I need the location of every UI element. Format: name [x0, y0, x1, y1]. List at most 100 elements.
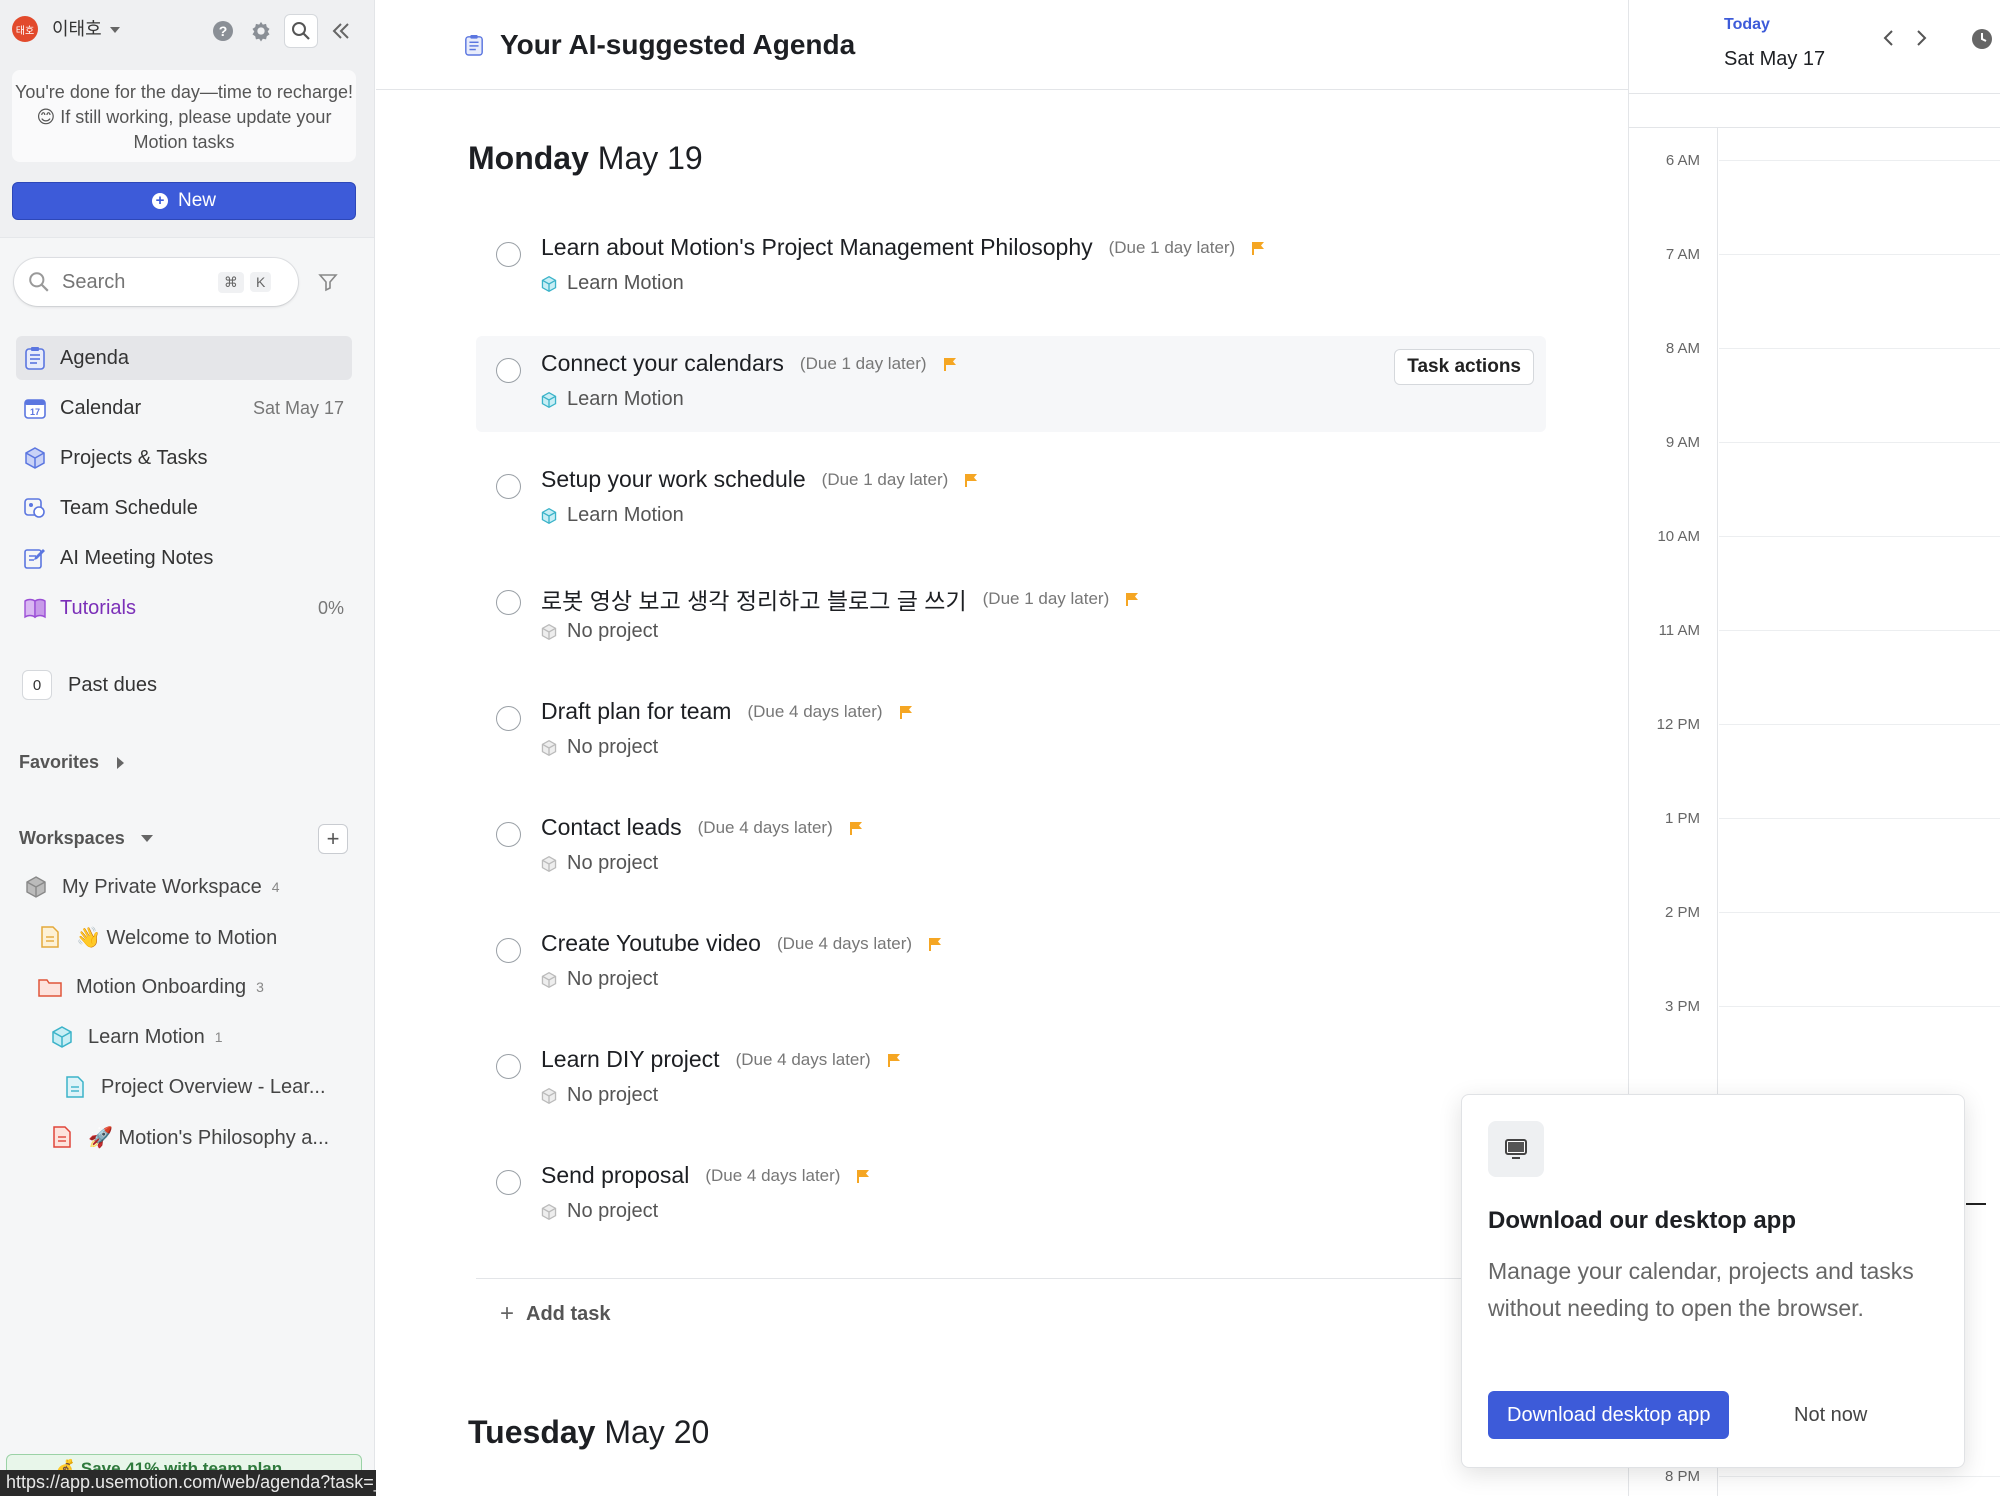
- task-row[interactable]: Send proposal (Due 4 days later) No projec…: [476, 1148, 1546, 1244]
- shortcut-cmd: ⌘: [218, 271, 244, 293]
- task-complete-checkbox[interactable]: [496, 706, 521, 731]
- popup-title: Download our desktop app: [1488, 1207, 1797, 1234]
- hour-line: [1719, 912, 2000, 913]
- task-row[interactable]: Connect your calendars (Due 1 day later) L…: [476, 336, 1546, 432]
- task-due: (Due 4 days later): [705, 1165, 841, 1185]
- calendar-header: Today Sat May 17: [1629, 0, 2000, 94]
- help-button[interactable]: ?: [208, 16, 238, 46]
- tree-item-learn-motion[interactable]: Learn Motion 1: [0, 1012, 375, 1062]
- search-button[interactable]: [284, 14, 318, 48]
- chevron-down-icon: [109, 27, 120, 33]
- task-row[interactable]: Contact leads (Due 4 days later) No projec…: [476, 800, 1546, 896]
- task-name: Learn about Motion's Project Management …: [541, 234, 1093, 260]
- search-input[interactable]: [62, 270, 212, 294]
- task-due: (Due 1 day later): [982, 589, 1110, 608]
- task-row[interactable]: Learn about Motion's Project Management …: [476, 220, 1546, 316]
- add-workspace-button[interactable]: +: [318, 824, 348, 854]
- tree-item-motion-philosophy[interactable]: 🚀 Motion's Philosophy a...: [0, 1112, 375, 1162]
- task-row[interactable]: Setup your work schedule (Due 1 day later…: [476, 452, 1546, 548]
- divider: [476, 1278, 1546, 1279]
- settings-button[interactable]: [246, 16, 276, 46]
- task-row[interactable]: 로봇 영상 보고 생각 정리하고 블로그 글 쓰기 (Due 1 day late…: [476, 568, 1546, 664]
- page-title: Your AI-suggested Agenda: [500, 28, 856, 60]
- not-now-button[interactable]: Not now: [1782, 1391, 1879, 1439]
- project-icon: [541, 507, 557, 524]
- task-due: (Due 1 day later): [799, 353, 927, 373]
- avatar[interactable]: 태호: [12, 16, 38, 42]
- doc-icon: [66, 1076, 84, 1098]
- hour-label: 7 AM: [1665, 246, 1700, 263]
- prev-day-icon[interactable]: [1881, 28, 1897, 48]
- hour-line: [1719, 1476, 2000, 1477]
- task-due: (Due 4 days later): [697, 817, 833, 837]
- clock-icon[interactable]: [1971, 28, 1993, 50]
- sidebar-item-team-schedule[interactable]: Team Schedule: [16, 486, 352, 530]
- task-name: Draft plan for team: [541, 698, 732, 724]
- task-project: No project: [567, 620, 659, 642]
- task-due: (Due 1 day later): [821, 469, 949, 489]
- doc-icon: [53, 1126, 71, 1148]
- tree-item-project-overview[interactable]: Project Overview - Lear...: [0, 1062, 375, 1112]
- task-project: No project: [567, 736, 659, 758]
- calendar-icon: 17: [24, 399, 46, 419]
- task-complete-checkbox[interactable]: [496, 358, 521, 383]
- hour-line: [1719, 442, 2000, 443]
- collapse-sidebar-button[interactable]: [326, 16, 356, 46]
- task-due: (Due 4 days later): [776, 933, 913, 953]
- task-row[interactable]: Learn DIY project (Due 4 days later) No pr…: [476, 1032, 1546, 1128]
- next-day-icon[interactable]: [1913, 28, 1929, 48]
- search-box[interactable]: ⌘ K: [14, 258, 298, 306]
- day-date: May 20: [604, 1414, 710, 1450]
- task-complete-checkbox[interactable]: [496, 242, 521, 267]
- task-complete-checkbox[interactable]: [496, 938, 521, 963]
- task-complete-checkbox[interactable]: [496, 590, 521, 615]
- tree-item-welcome[interactable]: 👋 Welcome to Motion: [0, 912, 375, 962]
- sidebar-item-projects-tasks[interactable]: Projects & Tasks: [16, 436, 352, 480]
- sidebar-item-tutorials[interactable]: Tutorials 0%: [16, 586, 352, 630]
- task-row[interactable]: Draft plan for team (Due 4 days later) No …: [476, 684, 1546, 780]
- sidebar-item-agenda[interactable]: Agenda: [16, 336, 352, 380]
- tree-item-my-private-workspace[interactable]: My Private Workspace 4: [0, 862, 375, 912]
- add-task-button[interactable]: + Add task: [500, 1300, 610, 1328]
- sidebar-item-ai-meeting-notes[interactable]: AI Meeting Notes: [16, 536, 352, 580]
- task-complete-checkbox[interactable]: [496, 474, 521, 499]
- hour-row: 11 AM: [1629, 622, 2000, 639]
- flag-icon: [1126, 593, 1139, 606]
- hour-row: 8 AM: [1629, 340, 2000, 357]
- flag-icon: [929, 937, 942, 951]
- favorites-header[interactable]: Favorites: [19, 752, 125, 773]
- sidebar-item-label: Tutorials: [60, 596, 136, 619]
- hour-label: 10 AM: [1657, 528, 1700, 545]
- workspace-tree: My Private Workspace 4 👋 Welcome to Motio…: [0, 862, 375, 1162]
- popup-icon-box: [1488, 1121, 1544, 1177]
- past-dues[interactable]: 0 Past dues: [22, 670, 157, 700]
- task-complete-checkbox[interactable]: [496, 1170, 521, 1195]
- user-menu[interactable]: 이태호: [52, 15, 120, 41]
- sidebar: 태호 이태호 ? You're done for the day—time to…: [0, 0, 375, 1496]
- help-icon: ?: [213, 21, 233, 41]
- sidebar-header: 태호 이태호 ? You're done for the day—time to…: [0, 0, 374, 238]
- today-button[interactable]: Today: [1724, 16, 1770, 34]
- task-row[interactable]: Create Youtube video (Due 4 days later) No…: [476, 916, 1546, 1012]
- meeting-notes-icon: [24, 549, 45, 569]
- new-button[interactable]: + New: [12, 182, 356, 220]
- day-date: May 19: [597, 140, 703, 176]
- workspaces-header[interactable]: Workspaces: [19, 828, 153, 849]
- no-project-icon: [541, 1087, 557, 1104]
- tree-item-count: 4: [271, 879, 280, 895]
- task-actions-button[interactable]: Task actions: [1394, 349, 1534, 385]
- plus-icon: +: [500, 1300, 515, 1327]
- flag-icon: [965, 473, 978, 487]
- tree-item-motion-onboarding[interactable]: Motion Onboarding 3: [0, 962, 375, 1012]
- hour-line: [1719, 1006, 2000, 1007]
- task-name: Learn DIY project: [541, 1046, 720, 1072]
- day-heading-monday: Monday May 19: [468, 140, 703, 177]
- filter-button[interactable]: [318, 272, 338, 297]
- task-complete-checkbox[interactable]: [496, 1054, 521, 1079]
- task-complete-checkbox[interactable]: [496, 822, 521, 847]
- sidebar-item-calendar[interactable]: 17 Calendar Sat May 17: [16, 386, 352, 430]
- flag-icon: [1252, 241, 1265, 255]
- user-name: 이태호: [52, 19, 102, 40]
- folder-icon: [38, 979, 62, 997]
- download-desktop-app-button[interactable]: Download desktop app: [1488, 1391, 1730, 1439]
